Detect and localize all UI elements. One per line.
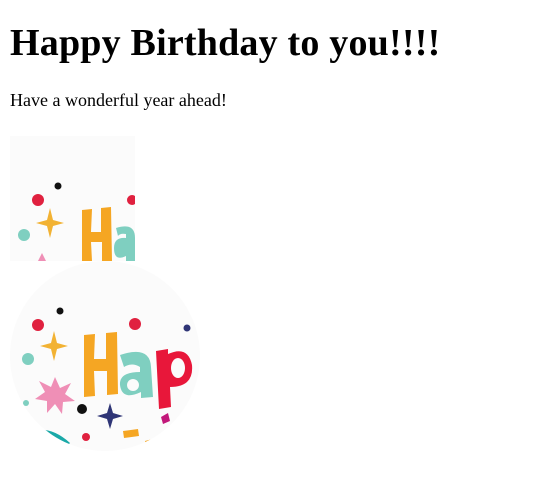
birthday-message: Have a wonderful year ahead!: [10, 90, 227, 110]
birthday-card-image-cropped: [10, 136, 135, 261]
birthday-card-image-circle: [10, 261, 200, 451]
page-content: Happy Birthday to you!!!! Have a wonderf…: [10, 0, 530, 451]
page-title: Happy Birthday to you!!!!: [10, 22, 441, 64]
